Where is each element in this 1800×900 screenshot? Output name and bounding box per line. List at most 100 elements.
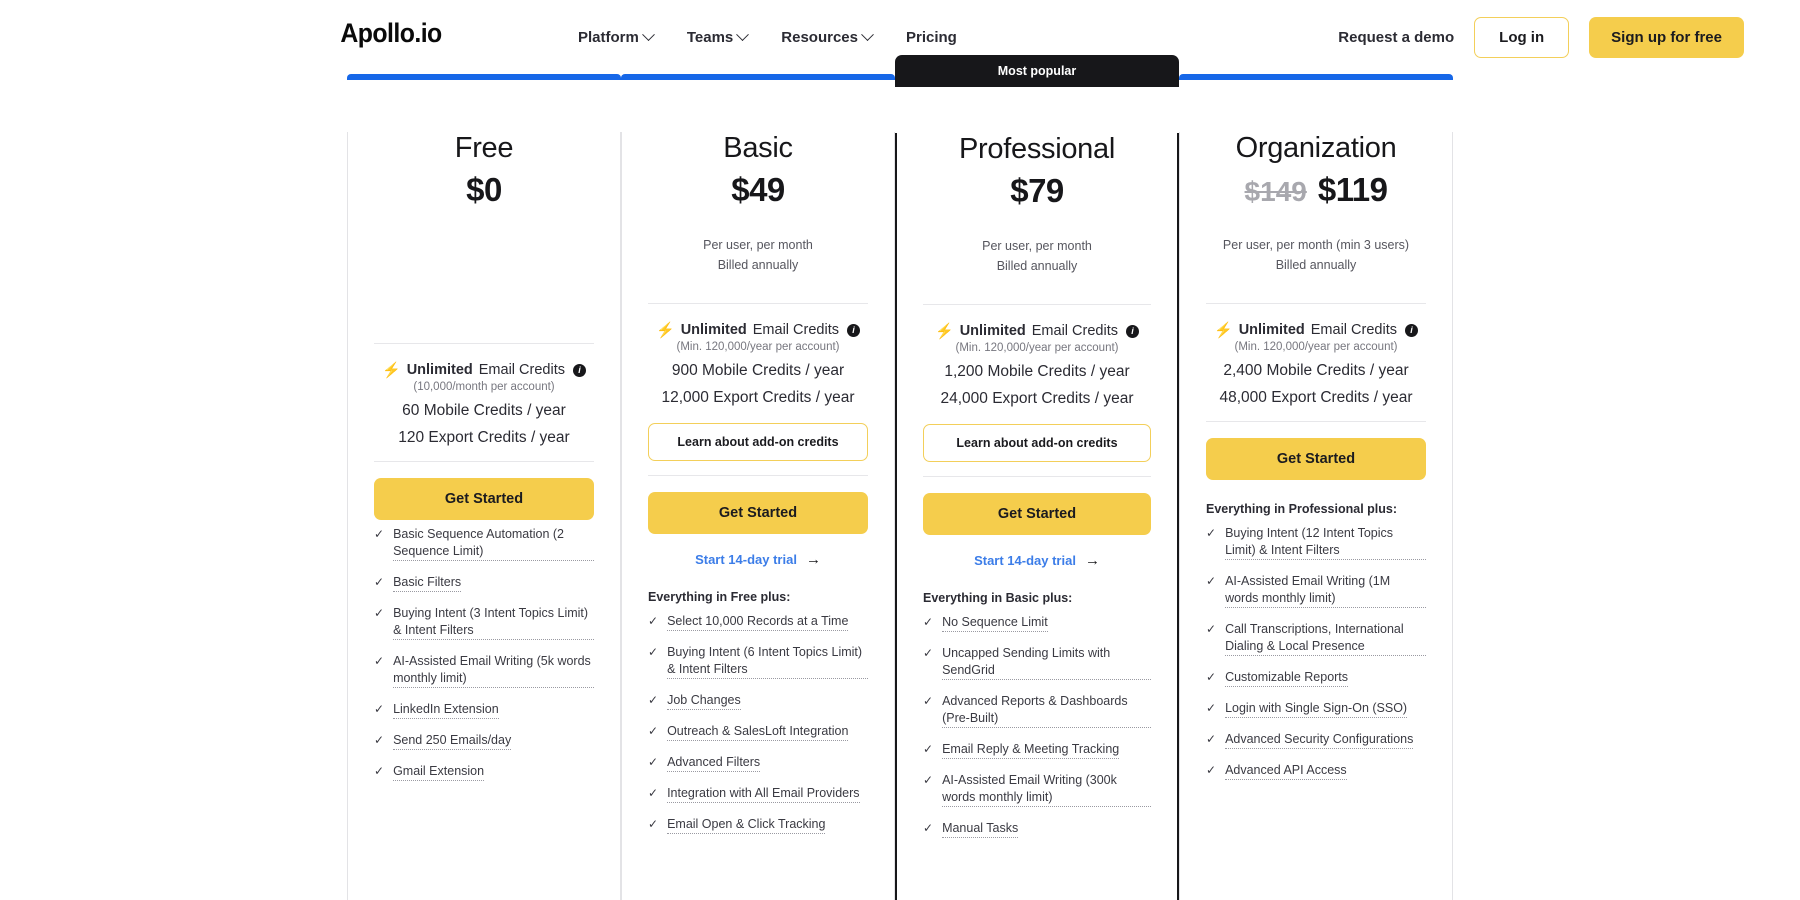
- signup-button[interactable]: Sign up for free: [1589, 16, 1744, 58]
- check-icon: ✓: [923, 821, 934, 835]
- price-note-line2: Billed annually: [1275, 258, 1357, 272]
- feature-item: ✓ Advanced Filters: [648, 754, 868, 772]
- info-icon[interactable]: i: [1404, 323, 1418, 337]
- feature-label[interactable]: AI-Assisted Email Writing (1M words mont…: [1225, 573, 1426, 608]
- plan-card-free: Free $0 ⚡ Unlimited Email Credits i (10,000/mo…: [347, 74, 621, 900]
- mobile-credits-line: 2,400 Mobile Credits / year: [1223, 362, 1409, 379]
- plan-card-professional: Most popular Professional $79 Per user, per…: [895, 55, 1179, 900]
- feature-label[interactable]: Buying Intent (3 Intent Topics Limit) & …: [393, 605, 594, 640]
- feature-label[interactable]: LinkedIn Extension: [393, 701, 499, 719]
- info-icon[interactable]: i: [1125, 324, 1139, 338]
- price-note-line1: Per user, per month: [982, 239, 1092, 253]
- plan-price-row: $149 $119: [1206, 171, 1426, 209]
- email-credits-bold: Unlimited: [406, 362, 473, 378]
- feature-item: ✓ Outreach & SalesLoft Integration: [648, 723, 868, 741]
- export-credits-line: 48,000 Export Credits / year: [1219, 389, 1413, 406]
- nav-item-pricing[interactable]: Pricing: [906, 29, 957, 46]
- start-trial-link[interactable]: Start 14-day trial →: [923, 552, 1151, 569]
- feature-item: ✓ AI-Assisted Email Writing (1M words mon…: [1206, 573, 1426, 608]
- get-started-button[interactable]: Get Started: [648, 492, 868, 534]
- start-trial-link[interactable]: Start 14-day trial →: [648, 551, 868, 568]
- feature-label[interactable]: Advanced Security Configurations: [1225, 731, 1414, 749]
- feature-label[interactable]: Basic Filters: [393, 574, 462, 592]
- feature-label[interactable]: Send 250 Emails/day: [393, 732, 512, 750]
- feature-label[interactable]: Advanced API Access: [1225, 762, 1347, 780]
- plan-price-note: [374, 235, 594, 275]
- plan-old-price: $149: [1244, 176, 1307, 207]
- feature-label[interactable]: Buying Intent (6 Intent Topics Limit) & …: [667, 644, 868, 679]
- plan-credits: ⚡ Unlimited Email Credits i (Min. 120,000/ye…: [1206, 304, 1426, 421]
- feature-label[interactable]: Basic Sequence Automation (2 Sequence Li…: [393, 526, 594, 561]
- feature-label[interactable]: Gmail Extension: [393, 763, 485, 781]
- email-credits-rest: Email Credits: [1031, 323, 1118, 339]
- feature-item: ✓ Select 10,000 Records at a Time: [648, 613, 868, 631]
- plan-credits: ⚡ Unlimited Email Credits i (Min. 120,000/ye…: [648, 304, 868, 475]
- check-icon: ✓: [648, 755, 659, 769]
- info-icon[interactable]: i: [846, 323, 860, 337]
- nav-item-resources[interactable]: Resources: [781, 27, 874, 46]
- feature-label[interactable]: Uncapped Sending Limits with SendGrid: [942, 645, 1151, 680]
- get-started-button[interactable]: Get Started: [374, 478, 594, 520]
- get-started-button[interactable]: Get Started: [923, 493, 1151, 535]
- features-list: ✓ Buying Intent (12 Intent Topics Limit) …: [1206, 525, 1426, 780]
- apollo-logo[interactable]: Apollo.io: [336, 18, 446, 49]
- nav-item-platform[interactable]: Platform: [578, 27, 655, 46]
- email-credits-sub: (10,000/month per account): [413, 381, 555, 393]
- check-icon: ✓: [923, 646, 934, 660]
- login-button[interactable]: Log in: [1474, 16, 1570, 58]
- email-credits-line: ⚡ Unlimited Email Credits i: [374, 362, 594, 378]
- learn-addon-credits-button[interactable]: Learn about add-on credits: [648, 423, 868, 461]
- feature-label[interactable]: Integration with All Email Providers: [667, 785, 860, 803]
- feature-label[interactable]: Buying Intent (12 Intent Topics Limit) &…: [1225, 525, 1426, 560]
- request-demo-link[interactable]: Request a demo: [1338, 29, 1454, 46]
- arrow-right-icon: →: [805, 551, 821, 568]
- feature-label[interactable]: AI-Assisted Email Writing (5k words mont…: [393, 653, 594, 688]
- feature-label[interactable]: Call Transcriptions, International Diali…: [1225, 621, 1426, 656]
- plan-card-body: Organization $149 $119 Per user, per month …: [1179, 132, 1453, 900]
- check-icon: ✓: [1206, 701, 1217, 715]
- feature-label[interactable]: AI-Assisted Email Writing (300k words mo…: [942, 772, 1151, 807]
- feature-label[interactable]: Manual Tasks: [942, 820, 1019, 838]
- plan-name: Organization: [1235, 132, 1397, 164]
- plan-card-body: Professional $79 Per user, per month Billed…: [895, 133, 1179, 900]
- plan-accent-bar: [347, 74, 621, 80]
- email-credits-rest: Email Credits: [752, 322, 839, 338]
- email-credits-line: ⚡ Unlimited Email Credits i: [1206, 322, 1426, 338]
- feature-label[interactable]: Email Reply & Meeting Tracking: [942, 741, 1120, 759]
- email-credits-bold: Unlimited: [1238, 322, 1305, 338]
- nav-item-teams[interactable]: Teams: [687, 27, 750, 46]
- check-icon: ✓: [1206, 732, 1217, 746]
- feature-item: ✓ AI-Assisted Email Writing (300k words m…: [923, 772, 1151, 807]
- get-started-button[interactable]: Get Started: [1206, 438, 1426, 480]
- feature-label[interactable]: Select 10,000 Records at a Time: [667, 613, 849, 631]
- feature-item: ✓ LinkedIn Extension: [374, 701, 594, 719]
- feature-item: ✓ Manual Tasks: [923, 820, 1151, 838]
- feature-label[interactable]: Advanced Filters: [667, 754, 761, 772]
- learn-addon-credits-button[interactable]: Learn about add-on credits: [923, 424, 1151, 462]
- feature-label[interactable]: Advanced Reports & Dashboards (Pre-Built…: [942, 693, 1151, 728]
- check-icon: ✓: [374, 527, 385, 541]
- plan-price: $0: [466, 171, 502, 208]
- check-icon: ✓: [648, 786, 659, 800]
- plan-price: $119: [1317, 171, 1388, 208]
- check-icon: ✓: [1206, 763, 1217, 777]
- price-note-line2: Billed annually: [717, 258, 799, 272]
- plan-price: $79: [1010, 172, 1064, 209]
- header-actions: Request a demo Log in Sign up for free: [1338, 16, 1744, 58]
- feature-item: ✓ Login with Single Sign-On (SSO): [1206, 700, 1426, 718]
- bolt-icon: ⚡: [656, 321, 675, 339]
- info-icon[interactable]: i: [572, 363, 586, 377]
- email-credits-line: ⚡ Unlimited Email Credits i: [923, 323, 1151, 339]
- feature-label[interactable]: Email Open & Click Tracking: [667, 816, 826, 834]
- feature-label[interactable]: No Sequence Limit: [942, 614, 1048, 632]
- feature-label[interactable]: Outreach & SalesLoft Integration: [667, 723, 849, 741]
- check-icon: ✓: [374, 606, 385, 620]
- plan-price-note: Per user, per month Billed annually: [648, 235, 868, 275]
- features-list: ✓ No Sequence Limit ✓ Uncapped Sending Limi…: [923, 614, 1151, 838]
- feature-label[interactable]: Customizable Reports: [1225, 669, 1349, 687]
- check-icon: ✓: [374, 654, 385, 668]
- plan-price-note: Per user, per month (min 3 users) Billed …: [1206, 235, 1426, 275]
- feature-label[interactable]: Login with Single Sign-On (SSO): [1225, 700, 1408, 718]
- feature-label[interactable]: Job Changes: [667, 692, 741, 710]
- mobile-credits-line: 1,200 Mobile Credits / year: [944, 363, 1130, 380]
